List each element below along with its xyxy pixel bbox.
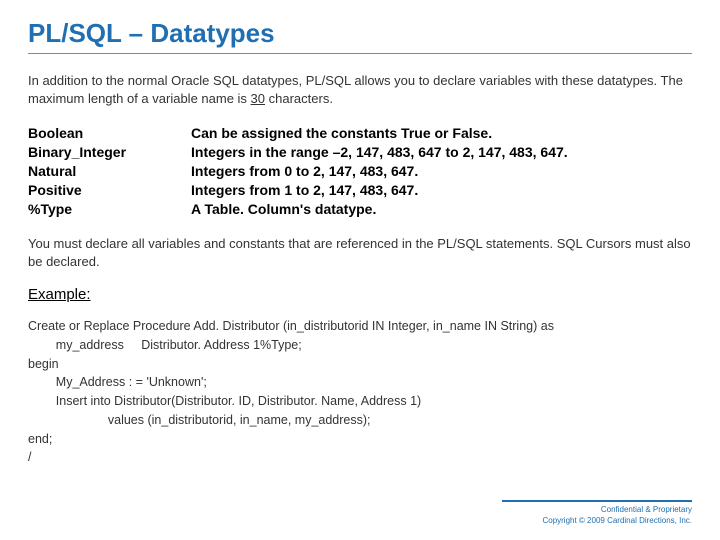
slide: PL/SQL – Datatypes In addition to the no… — [0, 0, 720, 540]
datatype-name: %Type — [28, 201, 163, 217]
title-divider — [28, 53, 692, 54]
intro-underlined-number: 30 — [251, 91, 265, 106]
datatype-table: Boolean Binary_Integer Natural Positive … — [28, 125, 692, 217]
note-paragraph: You must declare all variables and const… — [28, 235, 692, 270]
footer-divider — [502, 500, 692, 502]
intro-text-1: In addition to the normal Oracle SQL dat… — [28, 73, 683, 106]
datatype-desc: Integers from 0 to 2, 147, 483, 647. — [191, 163, 568, 179]
datatype-desc: Integers from 1 to 2, 147, 483, 647. — [191, 182, 568, 198]
intro-text-2: characters. — [265, 91, 333, 106]
example-label: Example: — [28, 286, 692, 303]
datatype-desc: A Table. Column's datatype. — [191, 201, 568, 217]
datatype-name: Natural — [28, 163, 163, 179]
datatype-name: Binary_Integer — [28, 144, 163, 160]
datatype-desc: Can be assigned the constants True or Fa… — [191, 125, 568, 141]
datatype-desc-column: Can be assigned the constants True or Fa… — [191, 125, 568, 217]
datatype-name: Positive — [28, 182, 163, 198]
footer: Confidential & Proprietary Copyright © 2… — [502, 500, 692, 526]
code-block: Create or Replace Procedure Add. Distrib… — [28, 317, 692, 467]
intro-paragraph: In addition to the normal Oracle SQL dat… — [28, 72, 692, 107]
datatype-name: Boolean — [28, 125, 163, 141]
footer-line-2: Copyright © 2009 Cardinal Directions, In… — [502, 516, 692, 526]
page-title: PL/SQL – Datatypes — [28, 18, 692, 49]
datatype-desc: Integers in the range –2, 147, 483, 647 … — [191, 144, 568, 160]
footer-line-1: Confidential & Proprietary — [502, 505, 692, 515]
datatype-names-column: Boolean Binary_Integer Natural Positive … — [28, 125, 163, 217]
